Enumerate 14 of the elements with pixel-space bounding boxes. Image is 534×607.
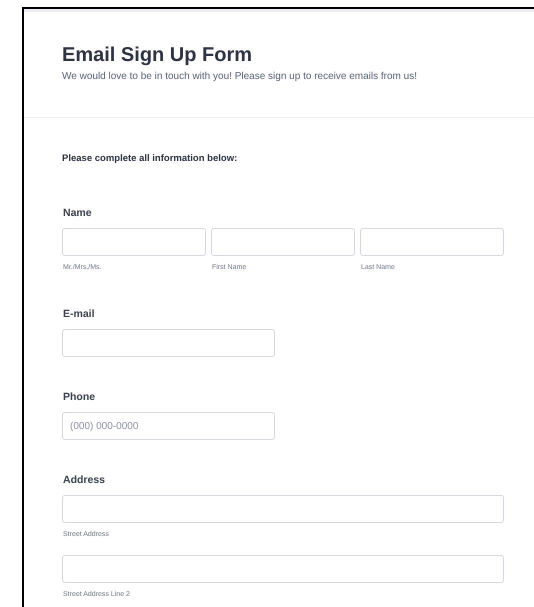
intro-text: Please complete all information below: [62,153,238,164]
input-field[interactable] [360,228,504,256]
input-field[interactable] [211,228,355,256]
form-title: Email Sign Up Form [62,44,252,67]
input-field[interactable]: (000) 000-0000 [62,412,275,440]
field-label: Name [63,207,92,219]
field-label: E-mail [63,308,95,320]
field-label: Phone [63,391,96,403]
input-field[interactable] [62,329,275,357]
form-description: We would love to be in touch with you! Please sign up to receive emails from us! [62,71,417,82]
field-label: Address [63,474,106,486]
input-field[interactable] [62,495,504,523]
input-field[interactable] [62,228,206,256]
input-field[interactable] [62,555,504,583]
